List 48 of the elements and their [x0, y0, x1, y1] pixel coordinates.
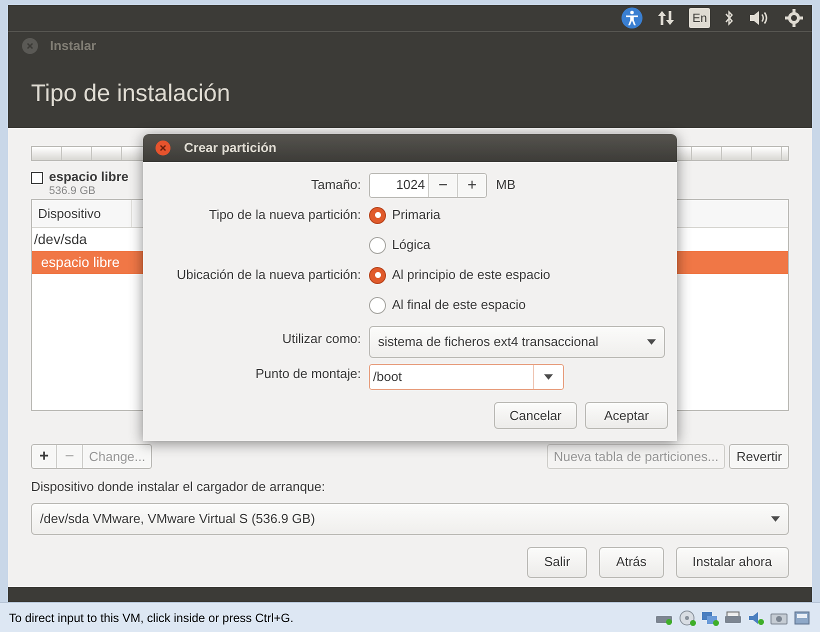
- increment-button[interactable]: +: [457, 174, 486, 196]
- action-button[interactable]: Atrás: [599, 546, 664, 578]
- page-heading: Tipo de instalación: [31, 79, 230, 109]
- device-cell-text: espacio libre: [41, 253, 120, 272]
- action-button[interactable]: Instalar ahora: [676, 546, 789, 578]
- bootloader-label: Dispositivo donde instalar el cargador de arranque:: [31, 478, 326, 496]
- caret-icon: [771, 516, 780, 522]
- legend-checkbox[interactable]: [31, 172, 43, 184]
- status-text: To direct input to this VM, click inside or press Ctrl+G.: [9, 610, 294, 626]
- unit-label: MB: [496, 176, 516, 194]
- message-log-icon[interactable]: [793, 610, 811, 626]
- dialog-button[interactable]: Aceptar: [585, 402, 668, 429]
- accessibility-icon[interactable]: [621, 7, 644, 29]
- field-label: Tamaño:: [311, 176, 361, 194]
- dialog-title: Crear partición: [184, 139, 276, 158]
- radio-option[interactable]: Lógica: [369, 230, 677, 260]
- legend-size: 536.9 GB: [49, 185, 96, 198]
- revert-button[interactable]: Revertir: [729, 444, 789, 469]
- network-arrows-icon[interactable]: [657, 9, 676, 27]
- radio-option[interactable]: Al principio de este espacio: [369, 260, 677, 290]
- decrement-button[interactable]: −: [428, 174, 457, 196]
- network-adapter-icon[interactable]: [701, 610, 719, 626]
- close-icon[interactable]: [155, 140, 171, 156]
- bluetooth-icon[interactable]: [724, 9, 734, 27]
- settings-gear-icon[interactable]: [784, 8, 804, 28]
- field-label: Punto de montaje:: [255, 365, 361, 384]
- field-label: Ubicación de la nueva partición:: [176, 266, 361, 284]
- radio-option[interactable]: Primaria: [369, 200, 677, 230]
- column-header[interactable]: Dispositivo: [32, 200, 132, 227]
- bootloader-dropdown[interactable]: /dev/sda VMware, VMware Virtual S (536.9 GB): [31, 502, 789, 534]
- volume-icon[interactable]: [748, 9, 770, 27]
- size-spinner[interactable]: 1024 − +: [369, 172, 487, 198]
- keyboard-layout-indicator[interactable]: En: [689, 8, 710, 28]
- window-title: Instalar: [50, 37, 96, 56]
- add-button[interactable]: +: [32, 445, 57, 468]
- speaker-icon[interactable]: [747, 610, 765, 626]
- radio-option[interactable]: Al final de este espacio: [369, 290, 677, 320]
- field-label: Tipo de la nueva partición:: [208, 206, 361, 224]
- mount-point-field[interactable]: /boot: [369, 364, 564, 390]
- caret-icon: [647, 339, 656, 345]
- action-button[interactable]: Salir: [527, 546, 588, 578]
- printer-icon[interactable]: [724, 610, 742, 626]
- field-label: Utilizar como:: [282, 330, 361, 348]
- disc-icon[interactable]: [678, 610, 696, 626]
- caret-icon: [544, 374, 553, 380]
- filesystem-dropdown[interactable]: sistema de ficheros ext4 transaccional: [369, 326, 665, 358]
- dialog-button[interactable]: Cancelar: [494, 402, 577, 429]
- legend-label: espacio libre: [49, 169, 128, 185]
